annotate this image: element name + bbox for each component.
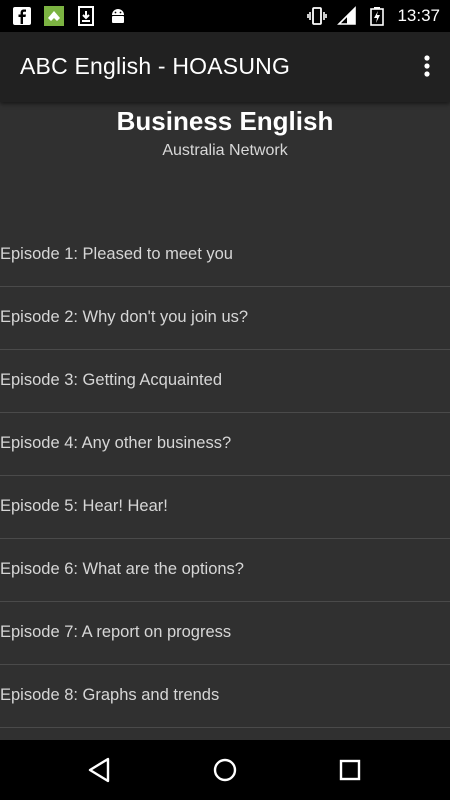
episode-label: Episode 6: What are the options? <box>0 560 244 578</box>
list-item[interactable]: Episode 5: Hear! Hear! <box>0 476 450 539</box>
list-item[interactable]: Episode 3: Getting Acquainted <box>0 350 450 413</box>
battery-charging-icon <box>370 7 385 26</box>
more-vert-icon[interactable] <box>418 52 436 80</box>
feedly-icon <box>44 6 64 26</box>
vibrate-icon <box>307 7 328 25</box>
list-item[interactable]: Episode 1: Pleased to meet you <box>0 224 450 287</box>
app-title: ABC English - HOASUNG <box>20 53 291 79</box>
list-item[interactable]: Episode 6: What are the options? <box>0 539 450 602</box>
page-subtitle: Australia Network <box>162 142 288 159</box>
system-icons: 13:37 <box>307 5 440 27</box>
back-icon[interactable] <box>84 754 116 786</box>
download-icon <box>78 6 94 26</box>
signal-icon <box>337 6 357 25</box>
episode-label: Episode 3: Getting Acquainted <box>0 371 222 389</box>
list-item[interactable]: Episode 7: A report on progress <box>0 602 450 665</box>
list-item[interactable]: Episode 4: Any other business? <box>0 413 450 476</box>
status-bar: 13:37 <box>0 0 450 32</box>
recents-icon[interactable] <box>334 754 366 786</box>
navigation-bar <box>0 740 450 800</box>
episode-label: Episode 1: Pleased to meet you <box>0 245 233 263</box>
main-content: Business English Australia Network Episo… <box>0 102 450 740</box>
list-item[interactable]: Episode 8: Graphs and trends <box>0 665 450 728</box>
episode-label: Episode 2: Why don't you join us? <box>0 308 249 326</box>
android-icon <box>112 9 124 23</box>
list-item[interactable]: Episode 2: Why don't you join us? <box>0 287 450 350</box>
app-bar: ABC English - HOASUNG <box>0 32 450 102</box>
episode-label: Episode 7: A report on progress <box>0 623 232 641</box>
episode-list: Episode 1: Pleased to meet you Episode 2… <box>0 224 450 728</box>
home-icon[interactable] <box>209 754 241 786</box>
episode-label: Episode 5: Hear! Hear! <box>0 497 168 515</box>
notification-icons <box>12 6 128 26</box>
episode-label: Episode 8: Graphs and trends <box>0 686 220 704</box>
clock: 13:37 <box>397 6 440 25</box>
page-title: Business English <box>116 106 334 136</box>
facebook-icon <box>13 7 31 25</box>
episode-label: Episode 4: Any other business? <box>0 434 232 452</box>
